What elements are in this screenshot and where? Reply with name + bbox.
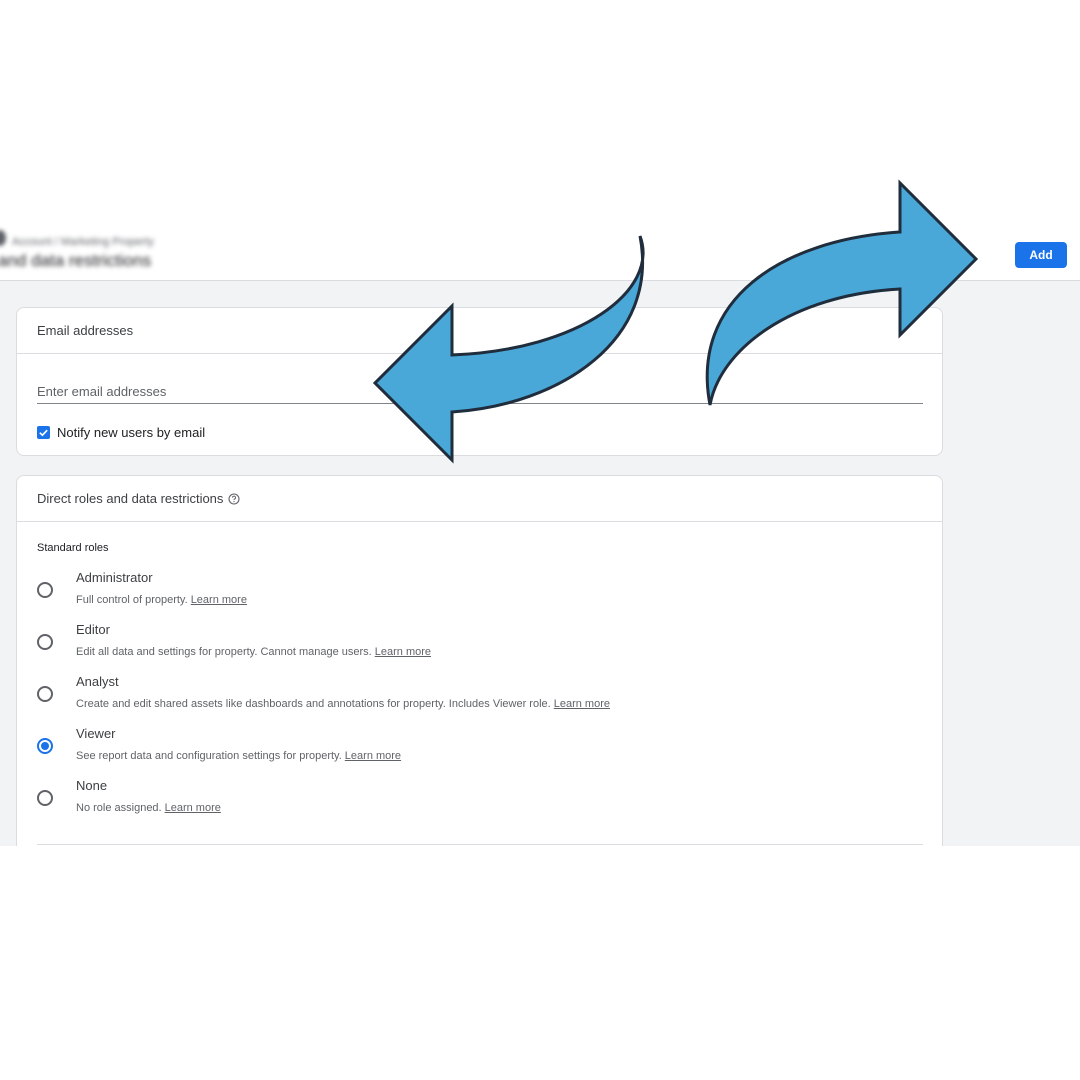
help-circle-icon[interactable]	[228, 492, 240, 505]
learn-more-link[interactable]: Learn more	[375, 646, 431, 658]
roles-card: Direct roles and data restrictions Stand…	[16, 475, 943, 846]
notify-label: Notify new users by email	[57, 425, 206, 440]
curved-arrow-left-icon	[372, 235, 645, 464]
role-description: Full control of property. Learn more	[76, 594, 247, 606]
learn-more-link[interactable]: Learn more	[165, 802, 221, 814]
role-description: No role assigned. Learn more	[76, 802, 221, 814]
role-option-analyst[interactable]: Analyst Create and edit shared assets li…	[37, 674, 917, 722]
add-button[interactable]: Add	[1015, 242, 1067, 268]
role-description-text: Edit all data and settings for property.…	[76, 646, 372, 658]
learn-more-link[interactable]: Learn more	[554, 698, 610, 710]
radio-button[interactable]	[37, 790, 53, 806]
curved-arrow-right-icon	[705, 179, 979, 406]
role-option-viewer[interactable]: Viewer See report data and configuration…	[37, 726, 917, 774]
radio-button-selected[interactable]	[37, 738, 53, 754]
card-title: Direct roles and data restrictions	[37, 490, 224, 506]
divider	[37, 844, 923, 845]
role-description-text: See report data and configuration settin…	[76, 750, 342, 762]
role-description: See report data and configuration settin…	[76, 750, 401, 762]
check-icon	[39, 429, 48, 437]
avatar	[0, 230, 6, 246]
role-name: Analyst	[76, 674, 119, 689]
role-option-administrator[interactable]: Administrator Full control of property. L…	[37, 570, 917, 618]
radio-button[interactable]	[37, 582, 53, 598]
learn-more-link[interactable]: Learn more	[191, 594, 247, 606]
notify-checkbox[interactable]	[37, 426, 50, 439]
radio-button[interactable]	[37, 686, 53, 702]
role-name: Viewer	[76, 726, 116, 741]
page-title: and data restrictions	[0, 251, 152, 270]
role-description-text: Full control of property.	[76, 594, 188, 606]
role-name: Editor	[76, 622, 110, 637]
role-description-text: Create and edit shared assets like dashb…	[76, 698, 551, 710]
top-whitespace	[0, 0, 1080, 180]
role-description-text: No role assigned.	[76, 802, 162, 814]
role-description: Edit all data and settings for property.…	[76, 646, 431, 658]
roles-card-header: Direct roles and data restrictions	[17, 476, 942, 522]
role-description: Create and edit shared assets like dashb…	[76, 698, 610, 710]
breadcrumb: Account / Marketing Property	[12, 236, 154, 248]
learn-more-link[interactable]: Learn more	[345, 750, 401, 762]
notify-users-checkbox-row[interactable]: Notify new users by email	[37, 425, 205, 440]
role-name: Administrator	[76, 570, 153, 585]
role-name: None	[76, 778, 108, 793]
role-option-none[interactable]: None No role assigned. Learn more	[37, 778, 917, 826]
role-option-editor[interactable]: Editor Edit all data and settings for pr…	[37, 622, 917, 670]
bottom-whitespace	[0, 846, 1080, 1080]
radio-button[interactable]	[37, 634, 53, 650]
standard-roles-label: Standard roles	[37, 542, 109, 554]
